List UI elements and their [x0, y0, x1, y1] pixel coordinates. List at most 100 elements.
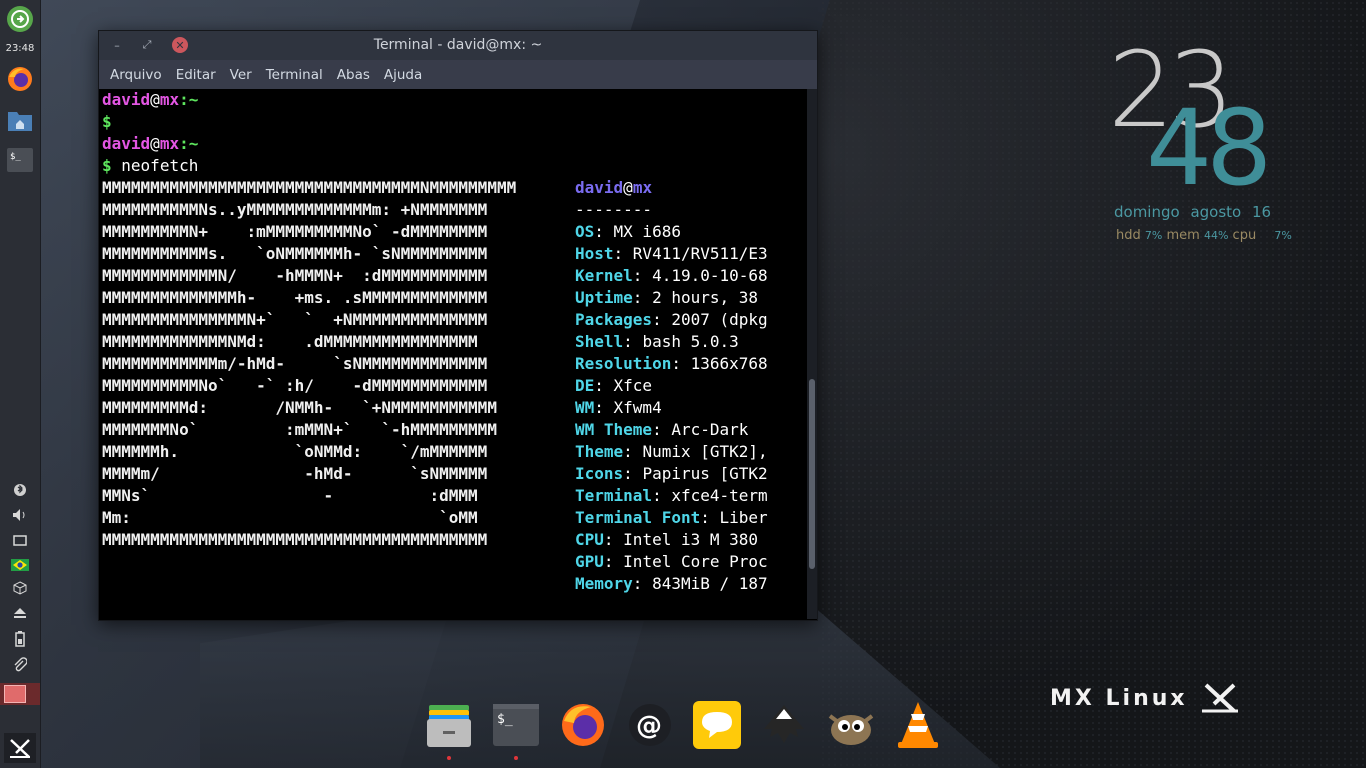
- mx-logo-icon[interactable]: [4, 733, 36, 763]
- ascii-line: MMMMMMMMMMMMMMMN+` ` +NMMMMMMMMMMMMMM: [102, 310, 488, 329]
- neofetch-ascii-logo: MMMMMMMMMMMMMMMMMMMMMMMMMMMMMMMMMNMMMMMM…: [102, 177, 516, 551]
- ascii-line: MMMMMMMMMMMMm/-hMd- `sNMMMMMMMMMMMMM: [102, 354, 488, 373]
- menu-abas[interactable]: Abas: [330, 67, 377, 83]
- scrollbar-thumb[interactable]: [809, 379, 815, 569]
- ascii-line: MMMMMMMNo` :mMMN+` `-hMMMMMMMMM: [102, 420, 497, 439]
- terminal-output[interactable]: david@mx:~ $ david@mx:~ $ neofetch MMMMM…: [99, 89, 805, 619]
- bluetooth-icon[interactable]: [10, 480, 30, 500]
- ascii-line: MMMMMMMMMMMMMMh- +ms. .sMMMMMMMMMMMMM: [102, 288, 488, 307]
- mx-logo-icon: [1201, 683, 1238, 713]
- menu-terminal[interactable]: Terminal: [259, 67, 330, 83]
- info-value: : bash 5.0.3: [623, 332, 739, 351]
- info-value: : Numix [GTK2],: [623, 442, 768, 461]
- running-indicator: [447, 756, 451, 760]
- cpu-pct: 7%: [1274, 229, 1292, 242]
- clip-icon[interactable]: [10, 655, 30, 675]
- ascii-line: MMMMMMMMMMMMMMMMMMMMMMMMMMMMMMMMMMMMMMMM: [102, 530, 488, 549]
- whisker-menu-icon[interactable]: [6, 5, 34, 33]
- svg-text:$_: $_: [497, 712, 513, 727]
- info-row: Host: RV411/RV511/E3: [575, 243, 805, 265]
- info-row: Resolution: 1366x768: [575, 353, 805, 375]
- files-icon[interactable]: [424, 700, 474, 760]
- info-row: Memory: 843MiB / 187: [575, 573, 805, 595]
- ascii-line: MMMMMMMMMMMMMNMd: .dMMMMMMMMMMMMMMMM: [102, 332, 478, 351]
- info-row: Uptime: 2 hours, 38: [575, 287, 805, 309]
- info-key: Shell: [575, 332, 624, 351]
- mem-label: mem: [1166, 228, 1200, 243]
- info-key: DE: [575, 376, 595, 395]
- info-key: Packages: [575, 310, 653, 329]
- info-value: : xfce4-term: [652, 486, 768, 505]
- gimp-icon[interactable]: [826, 700, 876, 750]
- chat-icon[interactable]: [692, 700, 742, 750]
- info-key: WM Theme: [575, 420, 653, 439]
- info-row: Kernel: 4.19.0-10-68: [575, 265, 805, 287]
- info-key: Uptime: [575, 288, 633, 307]
- info-separator: --------: [575, 200, 653, 219]
- ascii-line: Mm: `oMM: [102, 508, 478, 527]
- info-key: Memory: [575, 574, 633, 593]
- menu-bar: Arquivo Editar Ver Terminal Abas Ajuda: [99, 60, 817, 89]
- info-header: david@mx: [575, 178, 653, 197]
- info-value: : 2007 (dpkg: [652, 310, 768, 329]
- info-value: : Xfwm4: [594, 398, 662, 417]
- svg-text:$_: $_: [10, 152, 21, 162]
- conky-widget: 23 48 domingo agosto 16 hdd 7% mem 44% c…: [1108, 38, 1348, 248]
- prompt-line: david@mx:~: [102, 134, 199, 153]
- inkscape-icon[interactable]: [759, 700, 809, 750]
- menu-ver[interactable]: Ver: [223, 67, 259, 83]
- volume-icon[interactable]: [10, 505, 30, 525]
- window-titlebar[interactable]: – ⤢ ✕ Terminal - david@mx: ~: [99, 31, 817, 60]
- terminal-window[interactable]: – ⤢ ✕ Terminal - david@mx: ~ Arquivo Edi…: [98, 30, 818, 621]
- info-value: : 4.19.0-10-68: [632, 266, 768, 285]
- info-row: Terminal: xfce4-term: [575, 485, 805, 507]
- menu-editar[interactable]: Editar: [169, 67, 223, 83]
- firefox-icon[interactable]: [558, 700, 608, 750]
- display-icon[interactable]: [10, 531, 30, 551]
- ascii-line: MMMMMMMMMd: /NMMh- `+NMMMMMMMMMMM: [102, 398, 497, 417]
- prompt-line: david@mx:~: [102, 90, 199, 109]
- neofetch-info: david@mx -------- OS: MX i686 Host: RV411…: [575, 177, 805, 595]
- side-panel: 23:48 $_: [0, 0, 41, 768]
- info-key: OS: [575, 222, 595, 241]
- conky-stats: hdd 7% mem 44% cpu 7%: [1116, 228, 1292, 243]
- battery-icon[interactable]: [10, 629, 30, 649]
- terminal-scrollbar[interactable]: [807, 89, 817, 619]
- info-value: : MX i686: [594, 222, 681, 241]
- info-row: WM Theme: Arc-Dark: [575, 419, 805, 441]
- terminal-icon[interactable]: $_: [491, 700, 541, 760]
- eject-icon[interactable]: [10, 603, 30, 623]
- ascii-line: MMMMMMMMMMMMN/ -hMMMN+ :dMMMMMMMMMMM: [102, 266, 488, 285]
- menu-ajuda[interactable]: Ajuda: [377, 67, 429, 83]
- info-key: Terminal: [575, 486, 653, 505]
- info-row: OS: MX i686: [575, 221, 805, 243]
- terminal-icon[interactable]: $_: [6, 146, 34, 174]
- info-row: Packages: 2007 (dpkg: [575, 309, 805, 331]
- brazil-flag-icon[interactable]: [10, 555, 30, 575]
- ascii-line: MMMMMMMMMN+ :mMMMMMMMMMNo` -dMMMMMMMM: [102, 222, 488, 241]
- info-key: GPU: [575, 552, 604, 571]
- package-icon[interactable]: [10, 578, 30, 598]
- info-row: Theme: Numix [GTK2],: [575, 441, 805, 463]
- firefox-icon[interactable]: [6, 65, 34, 93]
- cpu-label: cpu: [1232, 228, 1257, 243]
- vlc-icon[interactable]: [893, 700, 943, 750]
- info-value: : Papirus [GTK2: [623, 464, 768, 483]
- info-key: Host: [575, 244, 614, 263]
- info-row: GPU: Intel Core Proc: [575, 551, 805, 573]
- hdd-label: hdd: [1116, 228, 1141, 243]
- panel-clock[interactable]: 23:48: [0, 43, 40, 54]
- info-row: Terminal Font: Liber: [575, 507, 805, 529]
- info-row: Icons: Papirus [GTK2: [575, 463, 805, 485]
- ascii-line: MMMMMMMMMMMMMMMMMMMMMMMMMMMMMMMMMNMMMMMM…: [102, 178, 517, 197]
- email-icon[interactable]: @: [625, 700, 675, 750]
- menu-arquivo[interactable]: Arquivo: [103, 67, 169, 83]
- workspace-switcher[interactable]: [0, 683, 40, 705]
- conky-minute: 48: [1146, 87, 1272, 209]
- mx-linux-logo: MX Linux: [1050, 682, 1240, 714]
- info-key: Icons: [575, 464, 624, 483]
- info-key: Kernel: [575, 266, 633, 285]
- active-workspace[interactable]: [4, 685, 26, 703]
- file-manager-icon[interactable]: [6, 106, 34, 134]
- info-value: : Xfce: [594, 376, 653, 395]
